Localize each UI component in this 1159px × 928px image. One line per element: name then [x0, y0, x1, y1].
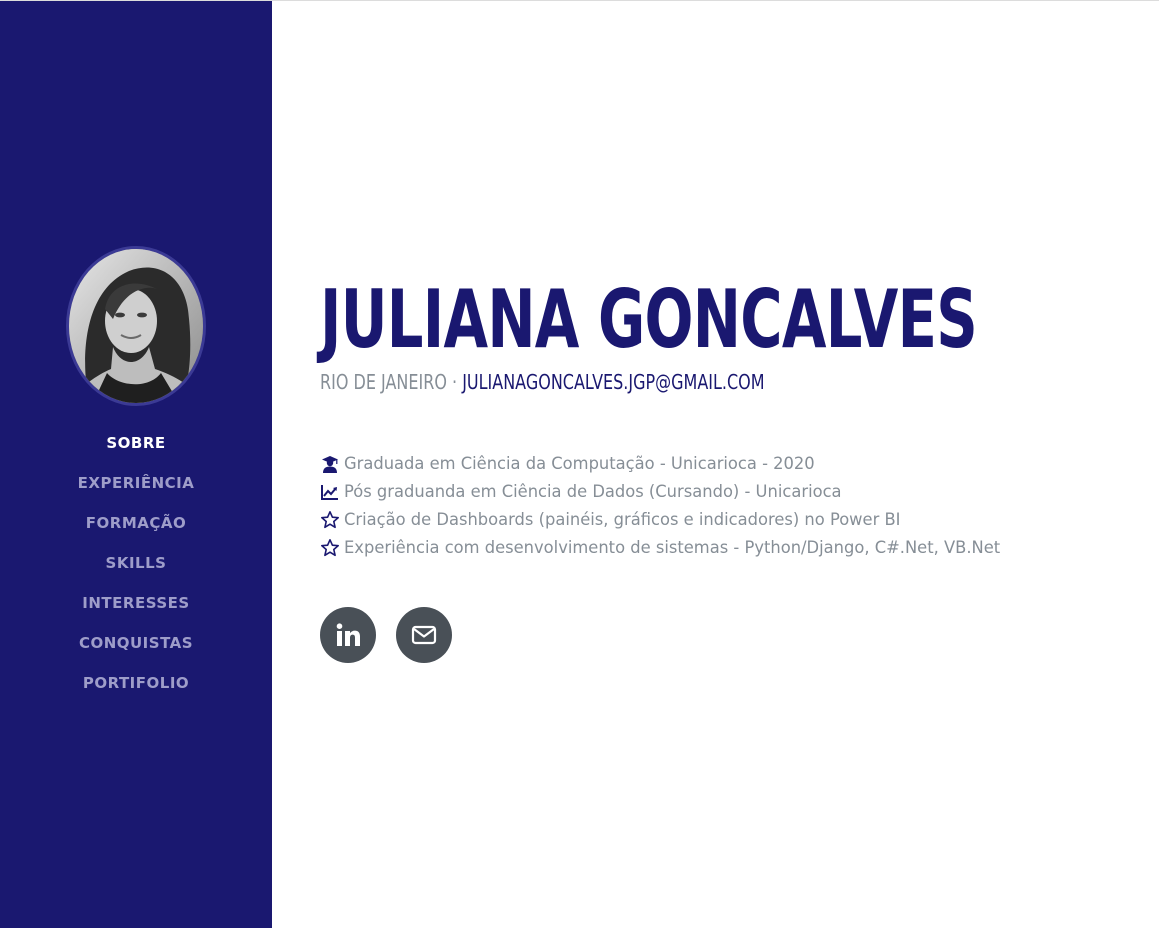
- profile-email-link[interactable]: JULIANAGONCALVES.JGP@GMAIL.COM: [462, 370, 764, 394]
- about-item: Graduada em Ciência da Computação - Unic…: [320, 450, 1028, 478]
- profile-avatar: [66, 246, 206, 406]
- profile-name: JULIANA GONCALVES: [320, 273, 978, 366]
- graduate-icon: [320, 454, 340, 474]
- social-icons: [320, 607, 472, 663]
- nav-item-skills[interactable]: SKILLS: [0, 551, 272, 591]
- envelope-icon: [411, 625, 437, 645]
- nav-item-conquistas[interactable]: CONQUISTAS: [0, 631, 272, 671]
- about-list: Graduada em Ciência da Computação - Unic…: [320, 450, 1028, 562]
- about-item: Pós graduanda em Ciência de Dados (Cursa…: [320, 478, 1028, 506]
- about-item-text: Graduada em Ciência da Computação - Unic…: [344, 454, 815, 474]
- linkedin-icon: [336, 623, 360, 646]
- about-item-text: Pós graduanda em Ciência de Dados (Cursa…: [344, 482, 842, 502]
- nav-item-formacao[interactable]: FORMAÇÃO: [0, 511, 272, 551]
- nav-item-portifolio[interactable]: PORTIFOLIO: [0, 671, 272, 711]
- subheading-separator: ·: [446, 370, 463, 394]
- email-button[interactable]: [396, 607, 452, 663]
- nav-menu: SOBRE EXPERIÊNCIA FORMAÇÃO SKILLS INTERE…: [0, 431, 272, 711]
- nav-item-sobre[interactable]: SOBRE: [0, 431, 272, 471]
- about-item: Experiência com desenvolvimento de siste…: [320, 534, 1028, 562]
- star-icon: [320, 538, 340, 558]
- linkedin-button[interactable]: [320, 607, 376, 663]
- profile-photo: [69, 249, 203, 403]
- sidebar: SOBRE EXPERIÊNCIA FORMAÇÃO SKILLS INTERE…: [0, 1, 272, 928]
- nav-item-interesses[interactable]: INTERESSES: [0, 591, 272, 631]
- about-item-text: Experiência com desenvolvimento de siste…: [344, 538, 1001, 558]
- profile-location: RIO DE JANEIRO: [320, 370, 447, 394]
- profile-subheading: RIO DE JANEIRO · JULIANAGONCALVES.JGP@GM…: [320, 370, 765, 394]
- about-item: Criação de Dashboards (painéis, gráficos…: [320, 506, 1028, 534]
- chart-line-icon: [320, 482, 340, 502]
- star-icon: [320, 510, 340, 530]
- about-item-text: Criação de Dashboards (painéis, gráficos…: [344, 510, 901, 530]
- nav-item-experiencia[interactable]: EXPERIÊNCIA: [0, 471, 272, 511]
